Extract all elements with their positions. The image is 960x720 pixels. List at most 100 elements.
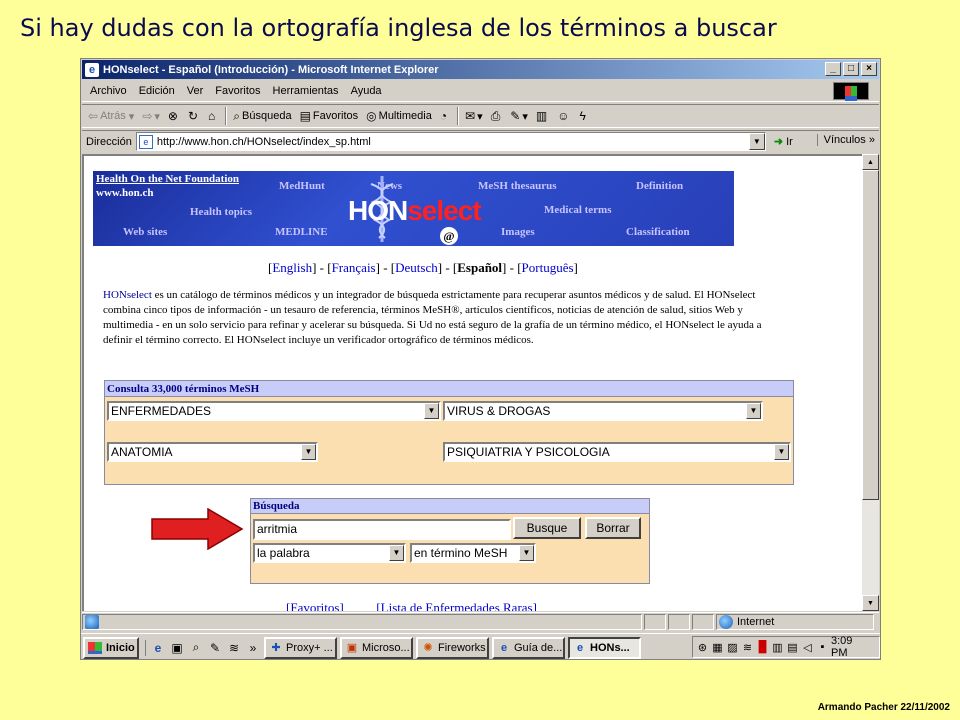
- research-button[interactable]: ϟ: [580, 109, 588, 123]
- task-microsoft[interactable]: ▣ Microso...: [340, 636, 413, 659]
- start-button[interactable]: Inicio: [83, 636, 139, 659]
- desktop-icon[interactable]: ▣: [169, 640, 185, 656]
- tray-icon[interactable]: ▪: [816, 640, 829, 654]
- tray-icon[interactable]: ▥: [771, 640, 784, 654]
- more-chevron-icon[interactable]: »: [245, 640, 261, 656]
- network-icon[interactable]: ⊛: [696, 640, 709, 654]
- search-icon[interactable]: ⌕: [188, 640, 204, 656]
- menu-herramientas[interactable]: Herramientas: [273, 85, 339, 97]
- nav-images[interactable]: Images: [501, 226, 535, 238]
- hon-url[interactable]: www.hon.ch: [96, 187, 153, 199]
- print-button[interactable]: ⎙: [491, 109, 503, 124]
- tray-icon[interactable]: █: [756, 640, 769, 654]
- window-titlebar[interactable]: e HONselect - Español (Introducción) - M…: [82, 60, 879, 79]
- mesh-header: Consulta 33,000 términos MeSH: [105, 381, 793, 397]
- scroll-up-button[interactable]: ▲: [862, 154, 879, 170]
- task-proxy-label: Proxy+ ...: [286, 641, 333, 654]
- search-button[interactable]: ⌕ Búsqueda: [233, 109, 291, 124]
- vertical-scrollbar[interactable]: ▲ ▼: [862, 154, 879, 611]
- tray-icon[interactable]: ≋: [741, 640, 754, 654]
- logo-hon: HON: [348, 195, 408, 226]
- chevron-down-icon: ▼: [774, 444, 789, 460]
- nav-medical-terms[interactable]: Medical terms: [544, 204, 612, 216]
- minimize-button[interactable]: _: [825, 62, 841, 76]
- history-button[interactable]: ◔: [440, 109, 449, 123]
- scroll-thumb[interactable]: [862, 170, 879, 500]
- lang-deutsch[interactable]: Deutsch: [395, 260, 438, 275]
- task-fireworks[interactable]: ✺ Fireworks: [416, 636, 489, 659]
- nav-health-topics[interactable]: Health topics: [190, 206, 252, 218]
- search-scope-select[interactable]: en término MeSH ▼: [410, 543, 536, 563]
- rare-diseases-link[interactable]: Lista de Enfermedades Raras: [381, 600, 533, 611]
- chevron-down-icon: ▼: [424, 403, 439, 419]
- ie-window: e HONselect - Español (Introducción) - M…: [80, 58, 881, 660]
- intro-paragraph: HONselect es un catálogo de términos méd…: [103, 288, 793, 348]
- search-input[interactable]: arritmia: [253, 519, 511, 540]
- discuss-button[interactable]: ▥: [536, 109, 549, 123]
- status-cell: [668, 614, 690, 630]
- refresh-button[interactable]: ↻: [188, 109, 200, 123]
- task-microsoft-label: Microso...: [362, 641, 410, 654]
- favoritos-link[interactable]: Favoritos: [290, 600, 339, 611]
- lang-portugues[interactable]: Português: [522, 260, 574, 275]
- search-mode-select[interactable]: la palabra ▼: [253, 543, 406, 563]
- nav-mesh-thesaurus[interactable]: MeSH thesaurus: [478, 180, 557, 192]
- scroll-down-button[interactable]: ▼: [862, 595, 879, 611]
- mail-button[interactable]: ✉ ▾: [465, 109, 483, 123]
- mesh-select-anatomia[interactable]: ANATOMIA ▼: [107, 442, 318, 462]
- forward-arrow-icon: ⇨: [142, 109, 153, 123]
- task-honselect[interactable]: e HONs...: [568, 636, 641, 659]
- multimedia-button[interactable]: ◎ Multimedia: [366, 109, 432, 123]
- task-guia[interactable]: e Guía de...: [492, 636, 565, 659]
- clock[interactable]: 3:09 PM: [831, 635, 869, 659]
- edit-button[interactable]: ✎ ▾: [510, 109, 528, 123]
- address-input[interactable]: e http://www.hon.ch/HONselect/index_sp.h…: [135, 132, 766, 151]
- menu-favoritos[interactable]: Favoritos: [215, 85, 260, 97]
- status-zone: Internet: [716, 614, 874, 630]
- print-icon: ⎙: [490, 108, 501, 123]
- nav-medline[interactable]: MEDLINE: [275, 226, 328, 238]
- back-button[interactable]: ⇦ Atrás ▾: [88, 109, 134, 123]
- menu-edicion[interactable]: Edición: [139, 85, 175, 97]
- go-label: Ir: [786, 135, 793, 148]
- links-button[interactable]: Vínculos »: [816, 134, 875, 146]
- mesh-select-virus[interactable]: VIRUS & DROGAS ▼: [443, 401, 763, 421]
- close-button[interactable]: ×: [861, 62, 877, 76]
- home-button[interactable]: ⌂: [208, 109, 217, 123]
- menu-archivo[interactable]: Archivo: [90, 85, 127, 97]
- window-title: HONselect - Español (Introducción) - Mic…: [103, 63, 439, 76]
- favorites-button[interactable]: ▤ Favoritos: [300, 109, 359, 123]
- nav-definition[interactable]: Definition: [636, 180, 683, 192]
- system-tray: ⊛ ▦ ▨ ≋ █ ▥ ▤ ◁ ▪ 3:09 PM: [692, 635, 880, 659]
- maximize-button[interactable]: □: [843, 62, 859, 76]
- messenger-button[interactable]: ☺: [557, 109, 571, 123]
- app-icon[interactable]: ≋: [226, 640, 242, 656]
- address-dropdown-arrow[interactable]: ▼: [748, 133, 765, 150]
- tray-icon[interactable]: ▦: [711, 640, 724, 654]
- lang-english[interactable]: English: [272, 260, 312, 275]
- borrar-button[interactable]: Borrar: [585, 517, 641, 539]
- go-button[interactable]: ➜ Ir: [774, 135, 793, 149]
- lang-francais[interactable]: Français: [332, 260, 376, 275]
- ie-icon: e: [500, 641, 508, 654]
- tray-icon[interactable]: ▨: [726, 640, 739, 654]
- nav-medhunt[interactable]: MedHunt: [279, 180, 325, 192]
- forward-button[interactable]: ⇨ ▾: [142, 109, 160, 123]
- busque-button[interactable]: Busque: [513, 517, 581, 539]
- menu-ver[interactable]: Ver: [187, 85, 204, 97]
- nav-web-sites[interactable]: Web sites: [123, 226, 167, 238]
- discuss-icon: ▥: [535, 109, 548, 123]
- tray-icon[interactable]: ▤: [786, 640, 799, 654]
- mesh-select-psiquiatria[interactable]: PSIQUIATRIA Y PSICOLOGIA ▼: [443, 442, 791, 462]
- volume-icon[interactable]: ◁: [801, 640, 814, 654]
- menu-ayuda[interactable]: Ayuda: [351, 85, 382, 97]
- hon-foundation-link[interactable]: Health On the Net Foundation: [96, 173, 239, 185]
- fireworks-icon: ✺: [423, 642, 433, 654]
- task-proxy[interactable]: ✚ Proxy+ ...: [264, 636, 337, 659]
- status-zone-label: Internet: [737, 616, 775, 628]
- stop-button[interactable]: ⊗: [168, 109, 180, 123]
- mesh-select-enfermedades[interactable]: ENFERMEDADES ▼: [107, 401, 441, 421]
- nav-classification[interactable]: Classification: [626, 226, 690, 238]
- edit-icon[interactable]: ✎: [207, 640, 223, 656]
- ie-icon[interactable]: e: [150, 640, 166, 656]
